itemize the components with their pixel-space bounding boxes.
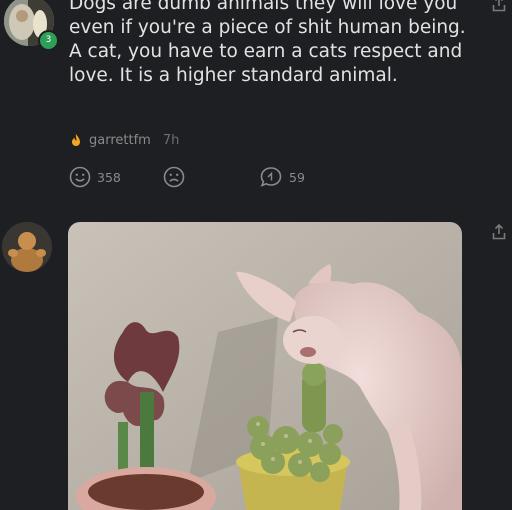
reply-bubble-icon: [260, 167, 282, 187]
user-avatar-second[interactable]: [2, 222, 52, 272]
share-icon[interactable]: [492, 0, 506, 12]
post-meta: garrettfm 7h: [69, 130, 179, 150]
flame-icon: [72, 134, 80, 146]
happy-count: 358: [97, 169, 121, 185]
cat-and-cactus-photo: [68, 222, 462, 510]
happy-reaction-button[interactable]: 358: [69, 166, 121, 188]
sad-face-icon: [163, 166, 185, 188]
post-image[interactable]: [68, 222, 462, 510]
reply-button[interactable]: 59: [259, 166, 305, 188]
avatar-image: [2, 222, 52, 272]
post-body: Dogs are dumb animals they will love you…: [69, 0, 466, 86]
post-time: 7h: [162, 132, 180, 148]
reaction-bar: 358 59: [69, 166, 369, 190]
user-badge: 3: [38, 30, 59, 51]
reply-count: 59: [289, 169, 305, 185]
author-name[interactable]: garrettfm: [89, 133, 151, 148]
smiley-icon: [69, 166, 91, 188]
share-icon[interactable]: [492, 224, 506, 240]
sad-reaction-button[interactable]: [163, 166, 191, 188]
feed-screen: 3 Dogs are dumb animals they will love y…: [0, 0, 512, 510]
user-badge-count: 3: [45, 35, 52, 45]
